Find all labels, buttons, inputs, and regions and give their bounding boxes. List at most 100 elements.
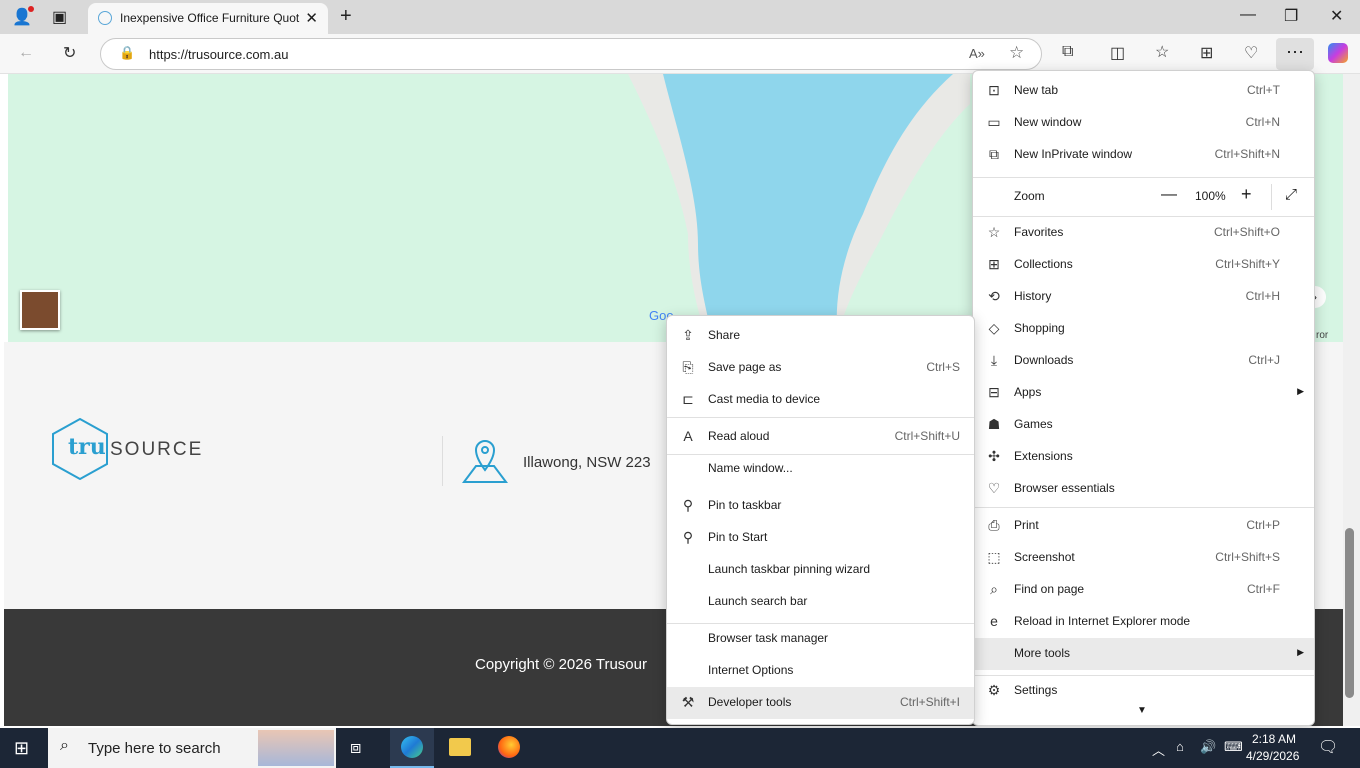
split-screen-icon[interactable]: ◫ (1110, 43, 1125, 63)
refresh-icon[interactable]: ↻ (63, 43, 76, 63)
lock-icon[interactable]: 🔒 (119, 45, 135, 61)
windows-start-icon[interactable]: ⊞ (14, 738, 29, 759)
heart-pulse-icon: ♡ (987, 480, 1001, 496)
restore-icon[interactable]: ❐ (1284, 6, 1298, 26)
task-view-icon[interactable]: ⧈ (350, 737, 361, 758)
submenu-arrow-icon: ▶ (1297, 647, 1304, 657)
close-tab-icon[interactable]: ✕ (305, 9, 318, 27)
submenu-item-read-aloud[interactable]: A Read aloud Ctrl+Shift+U (667, 421, 974, 453)
menu-item-new-tab[interactable]: ⊡ New tab Ctrl+T (973, 75, 1314, 107)
edge-taskbar-button[interactable] (390, 728, 434, 768)
menu-item-history[interactable]: ⟲ History Ctrl+H (973, 281, 1314, 313)
fullscreen-icon[interactable]: ⤢ (1285, 186, 1297, 203)
submenu-item-developer-tools[interactable]: ⚒ Developer tools Ctrl+Shift+I (667, 687, 974, 719)
tag-icon: ◇ (988, 320, 1000, 336)
menu-item-label: Browser task manager (708, 631, 829, 645)
submenu-item-browser-task-manager[interactable]: Browser task manager (667, 623, 974, 655)
menu-item-games[interactable]: ☗ Games (973, 409, 1314, 441)
new-tab-icon: ⊡ (988, 82, 1000, 98)
menu-item-label: Browser essentials (1014, 481, 1115, 495)
menu-item-label: Developer tools (708, 695, 792, 709)
address-bar[interactable]: 🔒 https://trusource.com.au A» ☆ (100, 38, 1042, 70)
menu-item-shopping[interactable]: ◇ Shopping (973, 313, 1314, 345)
language-icon[interactable]: ⌨ (1224, 739, 1243, 755)
close-window-icon[interactable]: ✕ (1330, 6, 1343, 26)
menu-item-settings[interactable]: ⚙ Settings (973, 675, 1314, 707)
menu-item-new-inprivate-window[interactable]: ⧉ New InPrivate window Ctrl+Shift+N (973, 139, 1314, 171)
notifications-icon[interactable]: 🗨 (1318, 737, 1338, 757)
back-icon[interactable]: ← (18, 44, 34, 62)
apps-icon: ⊟ (988, 384, 1000, 400)
menu-item-extensions[interactable]: ✣ Extensions (973, 441, 1314, 473)
menu-item-label: Pin to taskbar (708, 498, 782, 512)
menu-item-find-on-page[interactable]: ⌕ Find on page Ctrl+F (973, 574, 1314, 606)
clock-date[interactable]: 4/29/2026 (1246, 749, 1299, 763)
taskbar-search[interactable]: ⌕ Type here to search (48, 728, 336, 768)
menu-item-label: Collections (1014, 257, 1073, 271)
map-error-text: ror (1316, 330, 1329, 341)
favorite-star-icon[interactable]: ☆ (1009, 43, 1024, 63)
zoom-in-icon[interactable]: + (1241, 184, 1252, 205)
menu-item-more-tools[interactable]: More tools ▶ (973, 638, 1314, 670)
scroll-down-icon[interactable]: ▼ (1137, 705, 1147, 716)
collections-icon: ⊞ (988, 256, 1000, 272)
copyright-text: Copyright © 2026 Trusour (475, 656, 647, 673)
submenu-item-name-window[interactable]: Name window... (667, 453, 974, 485)
read-aloud-icon[interactable]: A» (969, 46, 985, 61)
active-tab[interactable]: Inexpensive Office Furniture Quot ✕ (88, 3, 328, 34)
scrollbar-thumb[interactable] (1345, 528, 1354, 698)
menu-item-browser-essentials[interactable]: ♡ Browser essentials (973, 473, 1314, 505)
browser-essentials-icon[interactable]: ♡ (1244, 43, 1258, 63)
submenu-item-pin-to-taskbar[interactable]: ⚲ Pin to taskbar (667, 490, 974, 522)
menu-item-label: New window (1014, 115, 1082, 129)
devtools-icon: ⚒ (681, 694, 695, 710)
menu-item-favorites[interactable]: ☆ Favorites Ctrl+Shift+O (973, 217, 1314, 249)
show-hidden-icons[interactable]: ︿ (1152, 740, 1165, 759)
menu-item-label: Extensions (1014, 449, 1073, 463)
menu-item-label: Apps (1014, 385, 1042, 399)
submenu-item-save-page-as[interactable]: ⎘ Save page as Ctrl+S (667, 352, 974, 384)
file-explorer-icon[interactable] (449, 738, 471, 756)
logo-tru: tru (68, 434, 106, 460)
menu-item-label: History (1014, 289, 1052, 303)
menu-separator (667, 454, 974, 455)
firefox-icon[interactable] (498, 736, 520, 758)
extensions-icon[interactable]: ⧉ (1062, 43, 1073, 61)
submenu-item-internet-options[interactable]: Internet Options (667, 655, 974, 687)
copilot-icon[interactable] (1328, 43, 1348, 63)
menu-item-label: Games (1014, 417, 1053, 431)
notification-dot (28, 6, 34, 12)
submenu-item-pin-to-start[interactable]: ⚲ Pin to Start (667, 522, 974, 554)
menu-item-downloads[interactable]: ⤓ Downloads Ctrl+J (973, 345, 1314, 377)
submenu-item-share[interactable]: ⇪ Share (667, 320, 974, 352)
network-icon[interactable]: ⌂ (1176, 739, 1184, 754)
menu-item-screenshot[interactable]: ⬚ Screenshot Ctrl+Shift+S (973, 542, 1314, 574)
title-bar: 👤 ▣ Inexpensive Office Furniture Quot ✕ … (0, 0, 1360, 34)
menu-item-shortcut: Ctrl+S (926, 360, 960, 374)
submenu-item-launch-search-bar[interactable]: Launch search bar (667, 586, 974, 618)
cast-icon: ⊏ (682, 391, 694, 407)
volume-icon[interactable]: 🔊 (1200, 739, 1216, 755)
save-icon: ⎘ (682, 359, 694, 375)
screenshot-icon: ⬚ (987, 549, 1001, 565)
minimize-icon[interactable]: — (1240, 6, 1256, 24)
menu-item-label: Launch search bar (708, 594, 808, 608)
collections-icon[interactable]: ⊞ (1200, 43, 1213, 63)
menu-item-collections[interactable]: ⊞ Collections Ctrl+Shift+Y (973, 249, 1314, 281)
submenu-item-launch-taskbar-pinning-wizard[interactable]: Launch taskbar pinning wizard (667, 554, 974, 586)
tab-actions-icon[interactable]: ▣ (52, 7, 67, 27)
more-tools-submenu: ⇪ Share ⎘ Save page as Ctrl+S ⊏ Cast media to … (666, 315, 975, 725)
menu-item-reload-in-internet-explorer-mode[interactable]: e Reload in Internet Explorer mode (973, 606, 1314, 638)
street-view-thumbnail[interactable] (20, 290, 60, 330)
settings-more-button[interactable]: ⋯ (1276, 38, 1314, 70)
menu-item-apps[interactable]: ⊟ Apps ▶ (973, 377, 1314, 409)
submenu-item-cast-media-to-device[interactable]: ⊏ Cast media to device (667, 384, 974, 416)
favorites-icon[interactable]: ☆ (1155, 42, 1169, 62)
menu-item-new-window[interactable]: ▭ New window Ctrl+N (973, 107, 1314, 139)
zoom-out-icon[interactable]: — (1161, 186, 1177, 204)
menu-item-print[interactable]: ⎙ Print Ctrl+P (973, 510, 1314, 542)
clock-time[interactable]: 2:18 AM (1252, 732, 1296, 746)
location-map-icon (462, 440, 508, 483)
new-tab-icon[interactable]: + (340, 5, 352, 28)
tab-title: Inexpensive Office Furniture Quot (120, 11, 300, 25)
